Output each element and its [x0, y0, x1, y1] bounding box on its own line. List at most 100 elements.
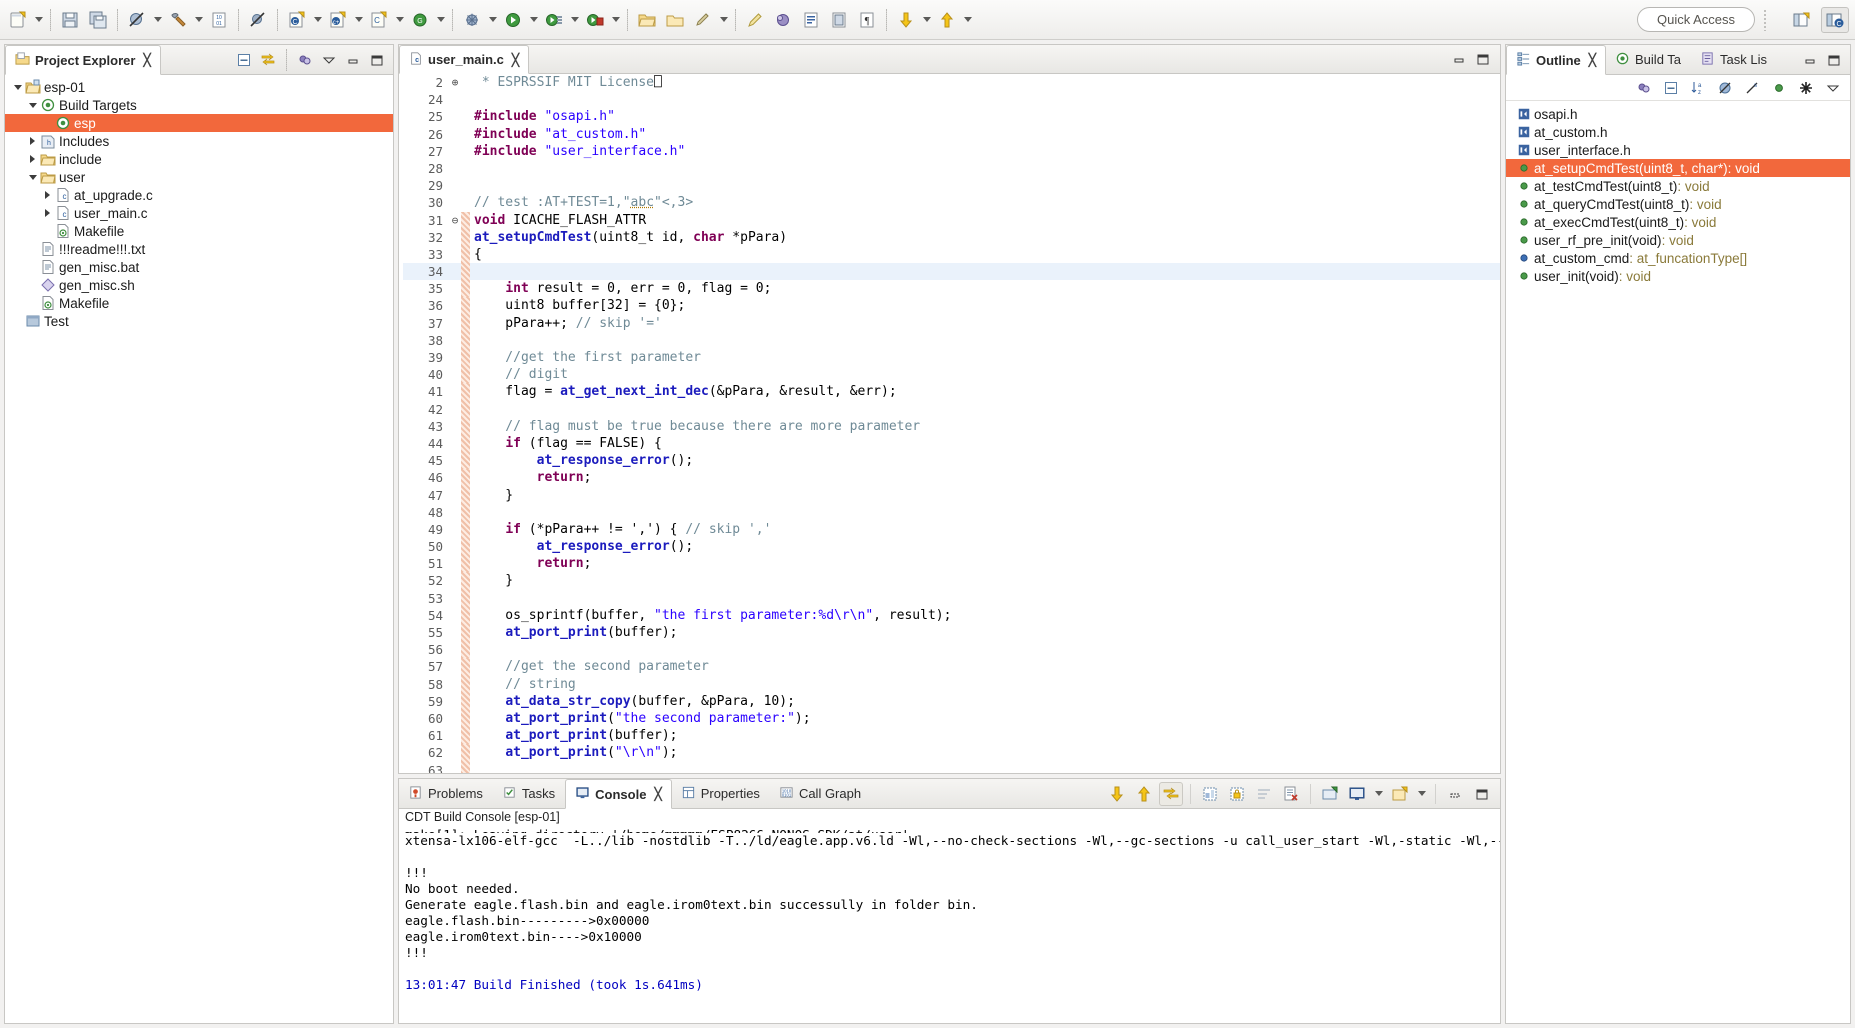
- fold-marker-icon[interactable]: [449, 160, 461, 177]
- code-source[interactable]: // digit: [470, 366, 1500, 383]
- fold-marker-icon[interactable]: [449, 710, 461, 727]
- outline-item[interactable]: at_queryCmdTest(uint8_t) : void: [1506, 195, 1850, 213]
- code-source[interactable]: }: [470, 487, 1500, 504]
- code-source[interactable]: [470, 504, 1500, 521]
- tree-item[interactable]: h Includes: [5, 132, 393, 150]
- remove-console-icon[interactable]: [1279, 782, 1303, 806]
- code-source[interactable]: {: [470, 246, 1500, 263]
- prev-edit-dropdown-arrow-icon[interactable]: [961, 7, 974, 33]
- code-source[interactable]: //get the second parameter: [470, 658, 1500, 675]
- tree-expand-arrow-icon[interactable]: [26, 137, 39, 145]
- fold-marker-icon[interactable]: [449, 418, 461, 435]
- code-line[interactable]: 24: [403, 91, 1500, 108]
- code-source[interactable]: int result = 0, err = 0, flag = 0;: [470, 280, 1500, 297]
- code-source[interactable]: return;: [470, 469, 1500, 486]
- profile-dropdown-arrow-icon[interactable]: [609, 7, 622, 33]
- code-line[interactable]: 50 at_response_error();: [403, 538, 1500, 556]
- new-c-project-dropdown-arrow-icon[interactable]: [311, 7, 324, 33]
- fold-marker-icon[interactable]: [449, 366, 461, 383]
- code-source[interactable]: [470, 160, 1500, 177]
- new-c-source-dropdown-arrow-icon[interactable]: [434, 7, 447, 33]
- fold-marker-icon[interactable]: [449, 143, 461, 160]
- code-line[interactable]: 59 at_data_str_copy(buffer, &pPara, 10);: [403, 692, 1500, 710]
- code-source[interactable]: [470, 332, 1500, 349]
- next-annotation-icon[interactable]: [798, 7, 824, 33]
- code-line[interactable]: 38: [403, 331, 1500, 349]
- outline-item-selected[interactable]: at_setupCmdTest(uint8_t, char*) : void: [1506, 159, 1850, 177]
- code-line[interactable]: 49 if (*pPara++ != ',') { // skip ',': [403, 520, 1500, 539]
- code-source[interactable]: [470, 762, 1500, 774]
- code-line[interactable]: 31 ⊖ void ICACHE_FLASH_ATTR: [403, 211, 1500, 229]
- focus-icon[interactable]: [1633, 77, 1655, 99]
- tree-item[interactable]: c user_main.c: [5, 204, 393, 222]
- code-source[interactable]: //get the first parameter: [470, 349, 1500, 366]
- code-line[interactable]: 57 //get the second parameter: [403, 658, 1500, 676]
- code-line[interactable]: 44 if (flag == FALSE) {: [403, 434, 1500, 453]
- code-line[interactable]: 29: [403, 177, 1500, 194]
- fold-marker-icon[interactable]: [449, 487, 461, 504]
- code-content[interactable]: 2 ⊕ * ESPRSSIF MIT License⎕ 24 25 #include …: [399, 74, 1500, 773]
- code-source[interactable]: #include "user_interface.h": [470, 143, 1500, 160]
- fold-marker-icon[interactable]: [449, 676, 461, 693]
- close-icon[interactable]: ╳: [512, 53, 519, 67]
- code-source[interactable]: at_response_error();: [470, 452, 1500, 469]
- clear-console-icon[interactable]: [1198, 782, 1222, 806]
- code-source[interactable]: }: [470, 572, 1500, 589]
- code-source[interactable]: at_port_print(buffer);: [470, 727, 1500, 744]
- display-console-icon[interactable]: [1345, 782, 1369, 806]
- maximize-icon[interactable]: [1475, 51, 1491, 67]
- maximize-icon[interactable]: [1823, 49, 1845, 71]
- code-line[interactable]: 42: [403, 400, 1500, 418]
- toolbar-drag-handle[interactable]: [1763, 9, 1767, 31]
- open-element-icon[interactable]: [662, 7, 688, 33]
- view-menu-filter-icon[interactable]: [294, 49, 316, 71]
- tree-expand-arrow-icon[interactable]: [41, 209, 54, 217]
- code-source[interactable]: at_port_print("the second parameter:");: [470, 710, 1500, 727]
- outline-item[interactable]: user_init(void) : void: [1506, 267, 1850, 285]
- fold-marker-icon[interactable]: ⊖: [449, 212, 461, 229]
- code-line[interactable]: 2 ⊕ * ESPRSSIF MIT License⎕: [403, 74, 1500, 91]
- tab-task-lis[interactable]: Task Lis: [1691, 45, 1777, 74]
- new-c-icon[interactable]: C: [284, 7, 310, 33]
- tree-item[interactable]: Build Targets: [5, 96, 393, 114]
- fold-marker-icon[interactable]: [449, 126, 461, 143]
- code-line[interactable]: 56: [403, 641, 1500, 659]
- tab-user-main-c[interactable]: c user_main.c ╳: [399, 45, 530, 74]
- code-line[interactable]: 37 pPara++; // skip '=': [403, 314, 1500, 332]
- minimize-icon[interactable]: [1799, 49, 1821, 71]
- code-line[interactable]: 26 #include "at_custom.h": [403, 126, 1500, 143]
- fold-marker-icon[interactable]: [449, 469, 461, 486]
- pilcrow-icon[interactable]: ¶: [854, 7, 880, 33]
- code-source[interactable]: #include "osapi.h": [470, 108, 1500, 125]
- code-source[interactable]: uint8 buffer[32] = {0};: [470, 297, 1500, 314]
- outline-item[interactable]: user_interface.h: [1506, 141, 1850, 159]
- source-editor[interactable]: 2 ⊕ * ESPRSSIF MIT License⎕ 24 25 #include …: [399, 74, 1500, 773]
- tree-expand-arrow-icon[interactable]: [26, 102, 39, 108]
- next-edit-dropdown-arrow-icon[interactable]: [920, 7, 933, 33]
- breakpoint-remove-icon[interactable]: [245, 7, 271, 33]
- open-console-icon[interactable]: [1318, 782, 1342, 806]
- tab-console[interactable]: Console ╳: [565, 779, 672, 809]
- code-source[interactable]: if (flag == FALSE) {: [470, 435, 1500, 452]
- fold-marker-icon[interactable]: [449, 607, 461, 624]
- code-line[interactable]: 28: [403, 160, 1500, 177]
- code-line[interactable]: 40 // digit: [403, 366, 1500, 384]
- fold-marker-icon[interactable]: [449, 435, 461, 452]
- fold-marker-icon[interactable]: [449, 624, 461, 641]
- tree-item[interactable]: Test: [5, 312, 393, 330]
- quick-access-field[interactable]: Quick Access: [1637, 7, 1755, 32]
- outline-item[interactable]: at_testCmdTest(uint8_t) : void: [1506, 177, 1850, 195]
- block-selection-icon[interactable]: [826, 7, 852, 33]
- maximize-icon[interactable]: [366, 49, 388, 71]
- fold-marker-icon[interactable]: [449, 521, 461, 538]
- fold-marker-icon[interactable]: [449, 401, 461, 418]
- fold-marker-icon[interactable]: [449, 263, 461, 280]
- tree-item[interactable]: Makefile: [5, 294, 393, 312]
- code-line[interactable]: 30 // test :AT+TEST=1,"abc"<,3>: [403, 194, 1500, 211]
- tree-expand-arrow-icon[interactable]: [11, 84, 24, 90]
- code-source[interactable]: // flag must be true because there are m…: [470, 418, 1500, 435]
- code-source[interactable]: at_data_str_copy(buffer, &pPara, 10);: [470, 693, 1500, 710]
- tree-item[interactable]: Makefile: [5, 222, 393, 240]
- code-line[interactable]: 39 //get the first parameter: [403, 349, 1500, 367]
- up-arrow-yellow-icon[interactable]: [934, 7, 960, 33]
